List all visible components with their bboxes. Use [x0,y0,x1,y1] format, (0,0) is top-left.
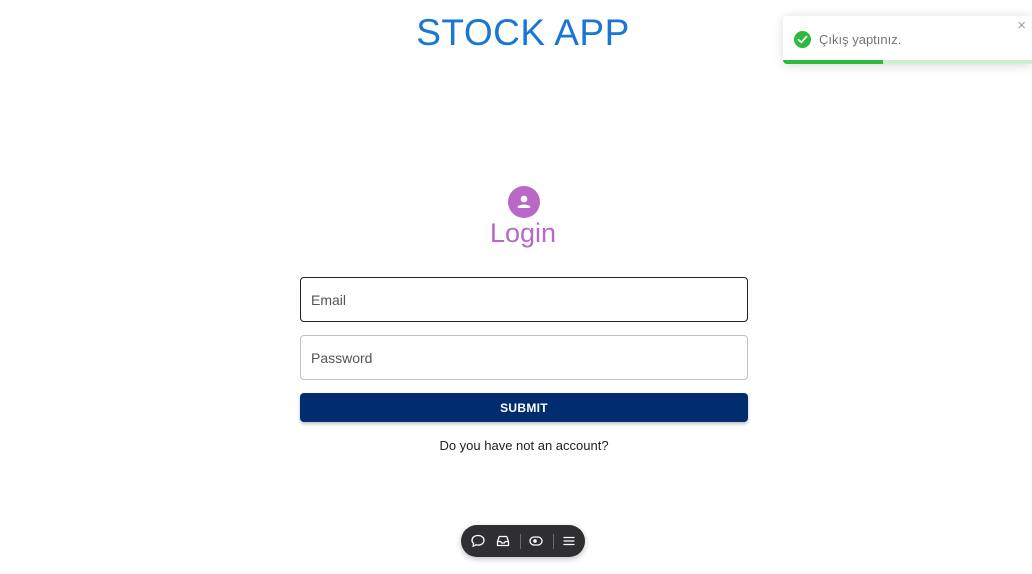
login-title: Login [489,218,557,248]
floating-toolbar [461,525,585,557]
comment-icon[interactable] [470,533,486,549]
submit-button[interactable]: SUBMIT [300,393,748,422]
toast-progress-bar [783,60,883,64]
password-input[interactable] [301,336,747,379]
close-icon[interactable]: × [1017,17,1026,34]
toolbar-divider [520,534,521,549]
password-field[interactable] [300,335,748,380]
register-link[interactable]: Do you have not an account? [300,438,748,453]
person-icon [508,186,540,218]
toolbar-divider [553,534,554,549]
toast-message: Çıkış yaptınız. [819,32,902,47]
inbox-icon[interactable] [495,533,511,549]
menu-icon[interactable] [561,533,577,549]
toast-progress-track [783,60,1032,64]
eye-icon[interactable] [528,533,544,549]
check-circle-icon [794,31,811,48]
email-field[interactable] [300,277,748,322]
logout-toast[interactable]: Çıkış yaptınız. × [783,16,1032,64]
email-input[interactable] [301,278,747,321]
